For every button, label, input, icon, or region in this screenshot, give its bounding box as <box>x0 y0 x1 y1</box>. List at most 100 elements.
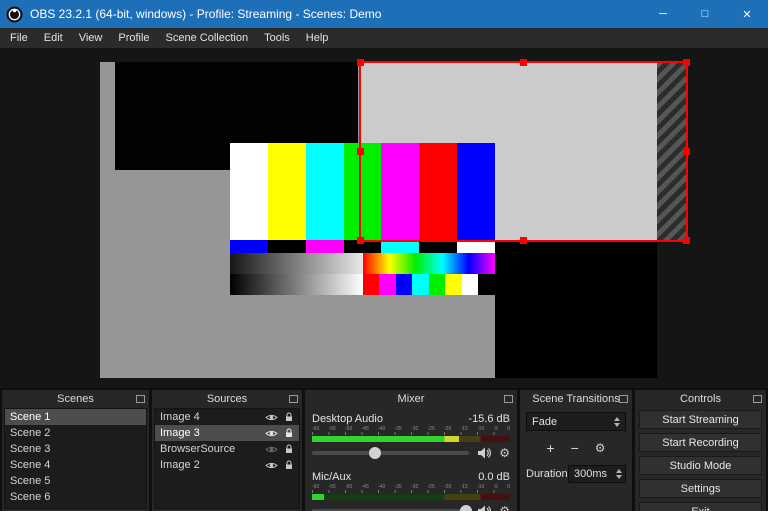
lock-icon[interactable] <box>284 428 294 438</box>
resize-handle-middle-left[interactable] <box>357 147 364 155</box>
sources-title: Sources <box>206 393 248 405</box>
menu-view[interactable]: View <box>71 28 111 48</box>
controls-dock-header: Controls <box>635 390 766 408</box>
duration-label: Duration <box>526 468 568 480</box>
dock-float-icon[interactable] <box>136 395 145 403</box>
mixer-body: Desktop Audio -15.6 dB -60 -55 -50 -45 -40 -3… <box>305 408 517 511</box>
dock-float-icon[interactable] <box>504 395 513 403</box>
channel-volume-db: -15.6 dB <box>468 412 510 425</box>
menu-help[interactable]: Help <box>298 28 337 48</box>
visibility-eye-icon[interactable] <box>265 429 278 438</box>
studio-mode-button[interactable]: Studio Mode <box>639 456 762 475</box>
scene-item[interactable]: Scene 7 <box>5 505 146 508</box>
lock-icon[interactable] <box>284 412 294 422</box>
close-button[interactable]: ✕ <box>726 0 768 28</box>
menu-edit[interactable]: Edit <box>36 28 71 48</box>
volume-slider-knob[interactable] <box>460 505 473 511</box>
start-recording-button[interactable]: Start Recording <box>639 433 762 452</box>
sources-dock: Sources Image 4 Image 3 BrowserSource Im… <box>152 390 302 511</box>
scene-item[interactable]: Scene 5 <box>5 473 146 489</box>
volume-slider[interactable] <box>312 447 470 459</box>
controls-title: Controls <box>680 393 721 405</box>
channel-name: Desktop Audio <box>312 412 383 425</box>
transition-selected-value: Fade <box>532 415 558 428</box>
obs-logo-icon <box>6 6 23 22</box>
visibility-eye-icon[interactable] <box>265 461 278 470</box>
dock-float-icon[interactable] <box>289 395 298 403</box>
scenes-dock-header: Scenes <box>2 390 149 408</box>
scene-item[interactable]: Scene 1 <box>5 409 146 425</box>
dock-float-icon[interactable] <box>619 395 628 403</box>
volume-meter <box>312 436 510 442</box>
dock-area: Scenes Scene 1 Scene 2 Scene 3 Scene 4 S… <box>0 388 768 511</box>
transitions-dock-header: Scene Transitions <box>520 390 632 408</box>
resize-handle-bottom-right[interactable] <box>683 237 690 244</box>
source-item[interactable]: Image 4 <box>155 409 299 425</box>
resize-handle-top-left[interactable] <box>357 59 364 66</box>
obs-window: OBS 23.2.1 (64-bit, windows) - Profile: … <box>0 0 768 511</box>
speaker-icon[interactable] <box>477 447 492 459</box>
channel-name: Mic/Aux <box>312 470 352 483</box>
scenes-title: Scenes <box>57 393 94 405</box>
resize-handle-middle-right[interactable] <box>683 147 690 155</box>
lock-icon[interactable] <box>284 444 294 454</box>
dock-float-icon[interactable] <box>753 395 762 403</box>
controls-body: Start Streaming Start Recording Studio M… <box>635 408 766 511</box>
minimize-button[interactable]: ─ <box>642 0 684 28</box>
transition-settings-gear-icon[interactable]: ⚙ <box>595 442 606 454</box>
channel-volume-db: 0.0 dB <box>478 470 510 483</box>
spinbox-arrows-icon[interactable] <box>616 469 622 479</box>
resize-handle-bottom-middle[interactable] <box>519 237 527 244</box>
duration-value: 300ms <box>574 468 608 480</box>
speaker-icon[interactable] <box>477 505 492 511</box>
scene-item[interactable]: Scene 4 <box>5 457 146 473</box>
window-title: OBS 23.2.1 (64-bit, windows) - Profile: … <box>30 7 382 21</box>
add-transition-button[interactable]: + <box>546 440 554 456</box>
resize-handle-top-middle[interactable] <box>519 59 527 66</box>
scenes-list: Scene 1 Scene 2 Scene 3 Scene 4 Scene 5 … <box>4 408 147 509</box>
meter-ticks <box>312 432 510 435</box>
transition-select[interactable]: Fade <box>526 412 626 431</box>
menu-tools[interactable]: Tools <box>256 28 298 48</box>
duration-spinbox[interactable]: 300ms <box>568 465 626 483</box>
transitions-body: Fade + − ⚙ Duration 300ms <box>520 408 632 511</box>
scene-item[interactable]: Scene 6 <box>5 489 146 505</box>
scene-item[interactable]: Scene 3 <box>5 441 146 457</box>
remove-transition-button[interactable]: − <box>571 440 579 456</box>
scene-item[interactable]: Scene 2 <box>5 425 146 441</box>
sources-list: Image 4 Image 3 BrowserSource Image 2 <box>154 408 300 509</box>
channel-settings-gear-icon[interactable]: ⚙ <box>499 447 510 459</box>
volume-meter <box>312 494 510 500</box>
mixer-dock: Mixer Desktop Audio -15.6 dB -60 -55 -50 -4… <box>305 390 517 511</box>
selection-rectangle[interactable] <box>357 59 690 244</box>
resize-handle-bottom-left[interactable] <box>357 237 364 244</box>
source-item[interactable]: Image 3 <box>155 425 299 441</box>
resize-handle-top-right[interactable] <box>683 59 690 66</box>
menu-scene-collection[interactable]: Scene Collection <box>158 28 257 48</box>
source-item[interactable]: BrowserSource <box>155 441 299 457</box>
channel-settings-gear-icon[interactable]: ⚙ <box>499 505 510 511</box>
visibility-eye-icon[interactable] <box>265 413 278 422</box>
transitions-dock: Scene Transitions Fade + − ⚙ Duration 30… <box>520 390 632 511</box>
scenes-dock: Scenes Scene 1 Scene 2 Scene 3 Scene 4 S… <box>2 390 149 511</box>
source-black-bottom-right[interactable] <box>495 240 657 378</box>
sources-dock-header: Sources <box>152 390 302 408</box>
preview-area <box>0 48 768 388</box>
source-item[interactable]: Image 2 <box>155 457 299 473</box>
visibility-eye-icon[interactable] <box>265 445 278 454</box>
exit-button[interactable]: Exit <box>639 502 762 511</box>
menubar: File Edit View Profile Scene Collection … <box>0 28 768 48</box>
menu-profile[interactable]: Profile <box>110 28 157 48</box>
volume-slider-knob[interactable] <box>368 447 381 459</box>
menu-file[interactable]: File <box>2 28 36 48</box>
transitions-title: Scene Transitions <box>532 393 620 405</box>
titlebar: OBS 23.2.1 (64-bit, windows) - Profile: … <box>0 0 768 28</box>
maximize-button[interactable]: □ <box>684 0 726 28</box>
lock-icon[interactable] <box>284 460 294 470</box>
controls-dock: Controls Start Streaming Start Recording… <box>635 390 766 511</box>
colorbars-bottom <box>230 253 495 295</box>
start-streaming-button[interactable]: Start Streaming <box>639 410 762 429</box>
meter-ticks <box>312 490 510 493</box>
combo-arrows-icon[interactable] <box>614 416 620 427</box>
settings-button[interactable]: Settings <box>639 479 762 498</box>
